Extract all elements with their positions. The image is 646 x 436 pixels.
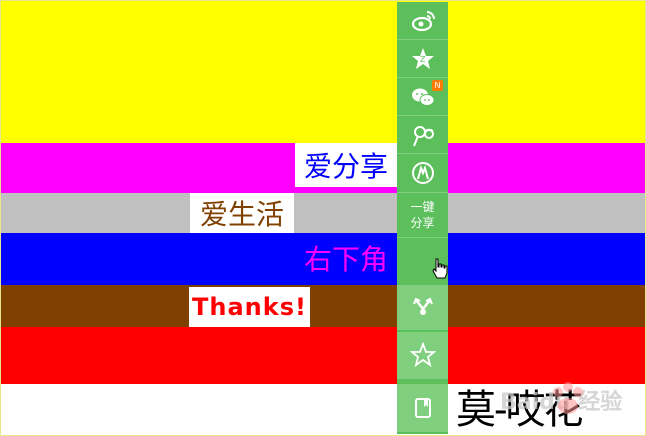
share-weibo-button[interactable] [397, 2, 448, 40]
gray-band [1, 193, 645, 233]
svg-text:Z: Z [420, 55, 426, 64]
label-love-life: 爱生活 [190, 193, 294, 233]
tencent-weibo-icon [412, 125, 434, 146]
bookmark-button[interactable] [397, 384, 448, 432]
share-rail: Z N 一键 分享 [397, 2, 448, 434]
favorite-star-icon [409, 342, 436, 368]
one-click-line2: 分享 [410, 216, 435, 230]
share-wechat-button[interactable]: N [397, 78, 448, 116]
label-love-share: 爱分享 [295, 143, 397, 187]
hand-cursor-icon [432, 258, 448, 279]
share-more-icon [412, 297, 433, 315]
qzone-icon: Z [411, 47, 434, 69]
label-thanks: Thanks! [189, 287, 310, 327]
one-click-share-button[interactable]: 一键 分享 [397, 193, 448, 238]
yellow-band [1, 1, 645, 143]
paw-icon [553, 382, 583, 414]
label-bottom-right: 右下角 [296, 241, 396, 276]
red-band [1, 327, 645, 384]
share-qzone-button[interactable]: Z [397, 40, 448, 78]
favorite-button[interactable] [397, 332, 448, 379]
one-click-line1: 一键 [410, 200, 435, 214]
share-more-button[interactable] [397, 285, 448, 330]
weibo-icon [411, 10, 435, 31]
new-badge: N [432, 80, 443, 91]
page: 爱分享 爱生活 右下角 Thanks! Z N 一键 分享 莫-哎花 Baidu… [0, 0, 646, 436]
share-renren-button[interactable] [397, 154, 448, 193]
brown-band [1, 285, 645, 327]
bookmark-icon [414, 398, 431, 418]
renren-icon [411, 162, 434, 184]
watermark: 莫-哎花 Baidu 经验 [456, 380, 642, 433]
share-tencent-weibo-button[interactable] [397, 116, 448, 154]
